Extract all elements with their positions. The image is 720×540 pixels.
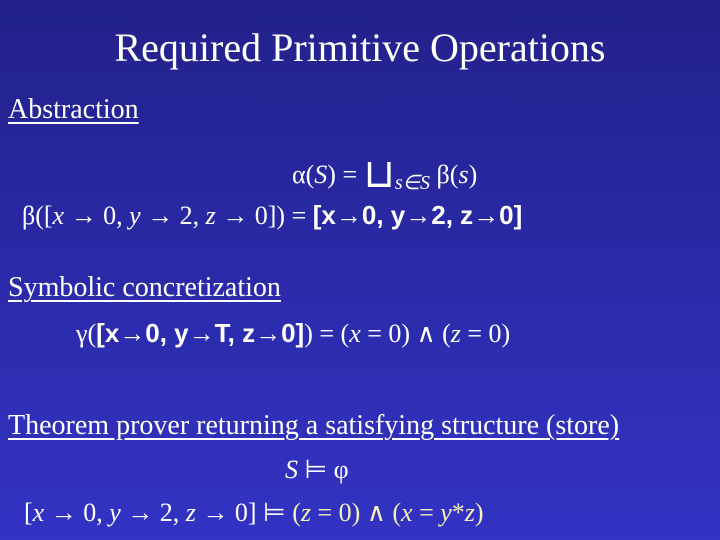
alpha-lhs: α(S) = [292, 160, 364, 189]
formula-store-satisfies: [x → 0, y → 2, z → 0] ⊨ (z = 0) ∧ (x = y… [24, 498, 484, 528]
join-operator-icon: ⊔ [363, 151, 395, 196]
slide-title: Required Primitive Operations [114, 25, 606, 70]
store-lhs: [x → 0, y → 2, z → 0] ⊨ [24, 498, 293, 527]
gamma-symbol: γ( [76, 319, 97, 348]
formula-satisfies: S ⊨ φ [285, 455, 349, 484]
heading-symbolic-concretization: Symbolic concretization [8, 272, 281, 303]
formula-constraint: (z = 0) ∧ (x = y*z) [292, 498, 484, 527]
heading-abstraction: Abstraction [8, 94, 139, 125]
formula-alpha-definition: α(S) = ⊔s∈S β(s) [292, 151, 478, 196]
formula-beta-example: β([x → 0, y → 2, z → 0]) = [x→0, y→2, z→… [22, 200, 522, 231]
formula-gamma: γ([x→0, y→T, z→0]) = (x = 0) ∧ (z = 0) [76, 318, 510, 349]
heading-theorem-prover: Theorem prover returning a satisfying st… [8, 410, 620, 441]
join-subscript: s∈S [394, 172, 431, 194]
beta-abstract-store: [x→0, y→2, z→0] [312, 200, 523, 230]
beta-lhs: β([x → 0, y → 2, z → 0]) = [22, 201, 313, 230]
gamma-abstract-store: [x→0, y→T, z→0] [96, 318, 305, 348]
gamma-rhs: ) = (x = 0) ∧ (z = 0) [304, 319, 511, 348]
